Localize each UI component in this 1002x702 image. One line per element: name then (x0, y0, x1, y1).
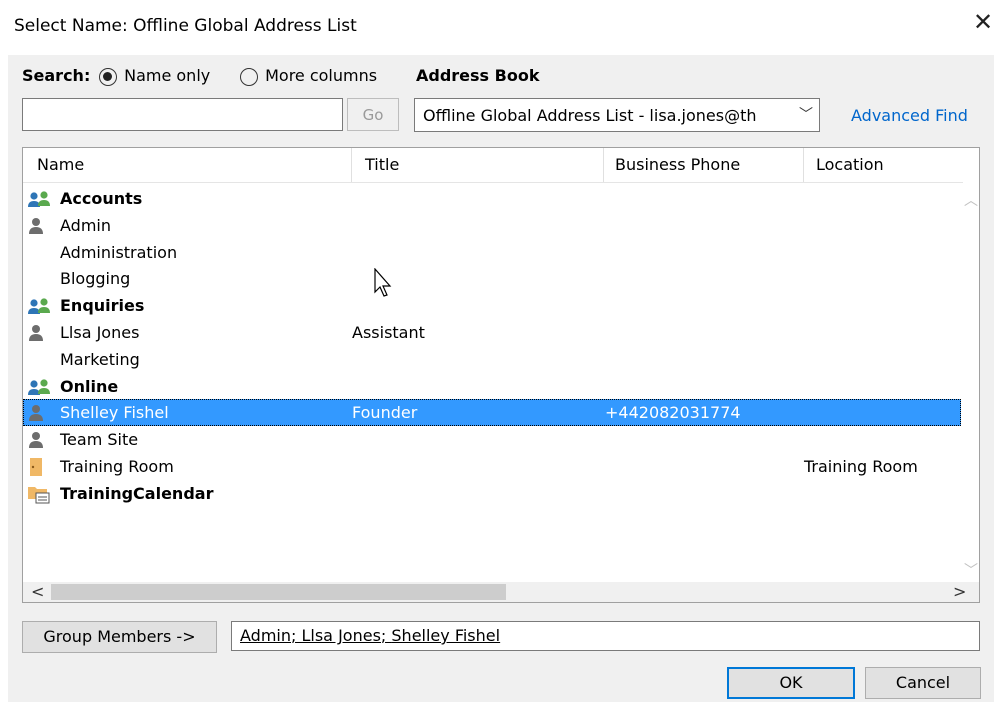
member-separator: ; (291, 626, 302, 645)
address-book-selected: Offline Global Address List - lisa.jones… (423, 106, 757, 125)
cell-name: Admin (60, 215, 111, 235)
group-icon (27, 189, 51, 209)
address-book-select[interactable]: Offline Global Address List - lisa.jones… (414, 98, 820, 132)
scroll-left-icon[interactable]: < (31, 582, 44, 601)
radio-name-only[interactable]: Name only (99, 66, 210, 86)
radio-more-columns[interactable]: More columns (240, 66, 377, 86)
cell-title: Founder (352, 403, 418, 423)
radio-name-only-label: Name only (124, 66, 211, 85)
column-header-title[interactable]: Title (351, 148, 603, 182)
search-input[interactable] (22, 98, 343, 131)
horizontal-scrollbar[interactable]: < > (23, 582, 979, 602)
mouse-cursor-icon (374, 268, 392, 297)
table-row[interactable]: Accounts (23, 185, 963, 212)
chevron-down-icon: ﹀ (799, 107, 813, 123)
cell-name: Online (60, 376, 119, 396)
table-row[interactable]: Llsa Jones Assistant (23, 319, 963, 346)
cell-name: Team Site (60, 430, 139, 450)
table-row[interactable]: Blogging (23, 265, 963, 292)
table-row[interactable]: TrainingCalendar (23, 480, 963, 507)
cell-name: Marketing (60, 349, 140, 369)
cell-name: Llsa Jones (60, 323, 140, 342)
radio-more-columns-indicator[interactable] (240, 67, 258, 86)
cell-name: Training Room (60, 457, 174, 476)
column-header-business-phone[interactable]: Business Phone (601, 148, 803, 182)
address-list[interactable]: Name Title Business Phone Location Accou… (22, 147, 980, 603)
table-row[interactable]: Training Room Training Room (23, 453, 963, 480)
cell-name: TrainingCalendar (60, 483, 214, 503)
column-header-bar: Name Title Business Phone Location (23, 148, 979, 183)
cell-name: Administration (60, 242, 178, 262)
scroll-down-icon[interactable]: ﹀ (963, 560, 979, 580)
table-row[interactable]: Admin (23, 212, 963, 239)
table-row[interactable]: Online (23, 373, 963, 400)
cell-name: Accounts (60, 189, 143, 208)
cell-name: Blogging (60, 269, 131, 289)
cell-location: Training Room (804, 457, 918, 476)
cell-title: Assistant (352, 323, 425, 342)
advanced-find-link[interactable]: Advanced Find (851, 106, 968, 125)
go-button[interactable]: Go (347, 98, 399, 131)
table-row[interactable]: Team Site (23, 426, 963, 453)
table-row[interactable]: Enquiries (23, 292, 963, 319)
scroll-up-icon[interactable]: ︿ (963, 190, 979, 210)
close-icon[interactable]: ✕ (971, 10, 995, 34)
group-members-field[interactable]: Admin; Llsa Jones; Shelley Fishel (231, 621, 980, 651)
column-header-location[interactable]: Location (802, 148, 979, 182)
vertical-scrollbar[interactable]: ︿ ﹀ (963, 182, 979, 582)
person-icon (27, 216, 51, 236)
group-member-link[interactable]: Admin (240, 626, 291, 645)
group-members-button[interactable]: Group Members -> (22, 621, 217, 653)
cell-business-phone: +442082031774 (605, 403, 741, 423)
scroll-right-icon[interactable]: > (953, 582, 966, 601)
address-book-label: Address Book (416, 66, 540, 85)
calendar-folder-icon (27, 484, 51, 504)
person-icon (27, 430, 51, 450)
ok-button[interactable]: OK (727, 667, 855, 699)
room-icon (27, 457, 51, 477)
member-separator: ; (380, 626, 392, 645)
person-icon (27, 323, 51, 343)
group-member-link[interactable]: Llsa Jones (301, 626, 380, 645)
person-icon (27, 403, 51, 423)
cell-name: Shelley Fishel (60, 403, 169, 423)
group-icon (27, 296, 51, 316)
table-row[interactable]: Administration (23, 239, 963, 266)
group-members-list: Admin; Llsa Jones; Shelley Fishel (240, 626, 500, 645)
radio-name-only-indicator[interactable] (99, 67, 117, 86)
column-header-name[interactable]: Name (23, 148, 351, 182)
search-label: Search: (22, 66, 91, 85)
cell-name: Enquiries (60, 296, 145, 316)
table-row[interactable]: Marketing (23, 346, 963, 373)
radio-more-columns-label: More columns (265, 66, 378, 85)
window-title: Select Name: Offline Global Address List (14, 16, 357, 36)
group-member-link[interactable]: Shelley Fishel (391, 626, 500, 645)
table-row[interactable]: Shelley Fishel Founder +442082031774 (23, 399, 961, 427)
horizontal-scroll-thumb[interactable] (51, 584, 506, 600)
cancel-button[interactable]: Cancel (865, 667, 981, 699)
group-icon (27, 377, 51, 397)
